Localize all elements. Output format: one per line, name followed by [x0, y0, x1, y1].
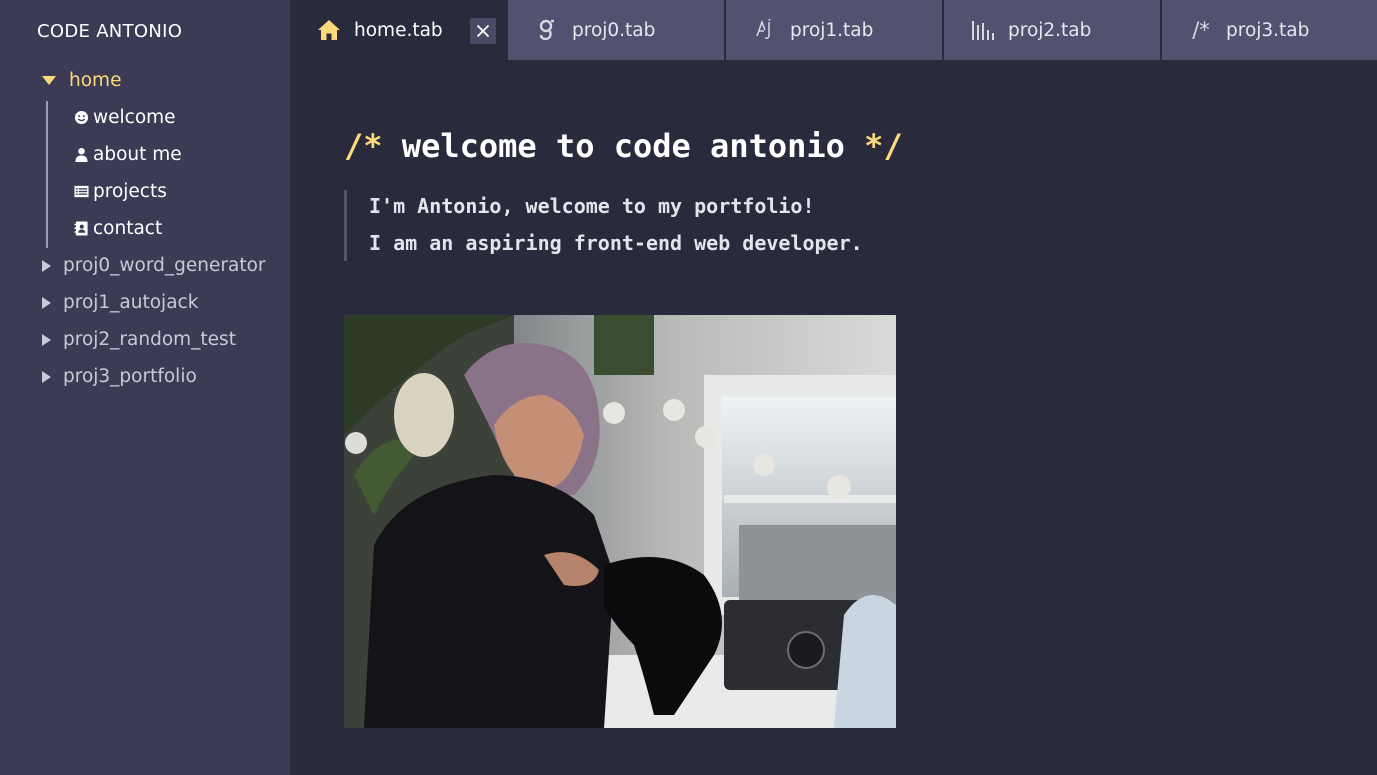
user-icon — [75, 147, 88, 162]
profile-photo — [344, 315, 896, 728]
tree-folder-label: home — [69, 70, 122, 91]
page-title-text: welcome to code antonio — [401, 127, 845, 165]
bars-icon — [970, 19, 996, 41]
comment-icon: /* — [1192, 18, 1210, 42]
tree-item-contact[interactable]: contact — [74, 218, 162, 239]
home-icon — [316, 19, 342, 41]
page-title: /* welcome to code antonio */ — [344, 127, 903, 165]
tab-bar: home.tab proj0.tab proj1.tab proj2.tab /… — [290, 0, 1377, 60]
letter-g-icon — [534, 18, 560, 42]
smile-icon — [74, 110, 89, 125]
tree-item-welcome[interactable]: welcome — [74, 107, 176, 128]
tree-item-label: contact — [93, 218, 163, 239]
tree-folder-label: proj3_portfolio — [63, 366, 197, 387]
tab-label: proj3.tab — [1226, 19, 1310, 41]
tree-folder-home[interactable]: home — [40, 70, 121, 91]
tree-folder-proj2[interactable]: proj2_random_test — [40, 329, 236, 350]
tab-proj2[interactable]: proj2.tab — [944, 0, 1160, 60]
tree-folder-proj3[interactable]: proj3_portfolio — [40, 366, 197, 387]
tree-folder-label: proj2_random_test — [63, 329, 236, 350]
caret-right-icon — [42, 333, 51, 346]
sidebar: CODE ANTONIO home welcome about me proje… — [0, 0, 290, 775]
tab-home[interactable]: home.tab — [290, 0, 506, 60]
intro-line-1: I'm Antonio, welcome to my portfolio! — [369, 194, 815, 218]
tree-folder-label: proj0_word_generator — [63, 255, 266, 276]
aj-icon — [752, 18, 778, 42]
comment-open: /* — [344, 127, 383, 165]
tab-label: proj0.tab — [572, 19, 656, 41]
tab-label: proj2.tab — [1008, 19, 1092, 41]
tree-item-about-me[interactable]: about me — [74, 144, 182, 165]
list-icon — [74, 185, 89, 198]
tree-guide-line — [46, 101, 48, 248]
contact-card-icon — [74, 221, 88, 236]
close-icon[interactable] — [470, 18, 496, 44]
tab-proj3[interactable]: /* proj3.tab — [1162, 0, 1377, 60]
tab-label: proj1.tab — [790, 19, 874, 41]
tab-label: home.tab — [354, 19, 443, 41]
intro-line-2: I am an aspiring front-end web developer… — [369, 230, 863, 255]
caret-right-icon — [42, 370, 51, 383]
caret-right-icon — [42, 296, 51, 309]
tab-proj1[interactable]: proj1.tab — [726, 0, 942, 60]
caret-down-icon — [42, 76, 56, 85]
tree-item-projects[interactable]: projects — [74, 181, 167, 202]
tree-folder-proj0[interactable]: proj0_word_generator — [40, 255, 266, 276]
tab-proj0[interactable]: proj0.tab — [508, 0, 724, 60]
tree-folder-proj1[interactable]: proj1_autojack — [40, 292, 198, 313]
comment-close: */ — [864, 127, 903, 165]
intro-blockquote: I'm Antonio, welcome to my portfolio! I … — [344, 190, 863, 261]
tree-item-label: welcome — [93, 107, 176, 128]
tree-folder-label: proj1_autojack — [63, 292, 199, 313]
caret-right-icon — [42, 259, 51, 272]
brand-title: CODE ANTONIO — [37, 21, 183, 42]
tree-item-label: about me — [93, 144, 182, 165]
tree-item-label: projects — [93, 181, 167, 202]
